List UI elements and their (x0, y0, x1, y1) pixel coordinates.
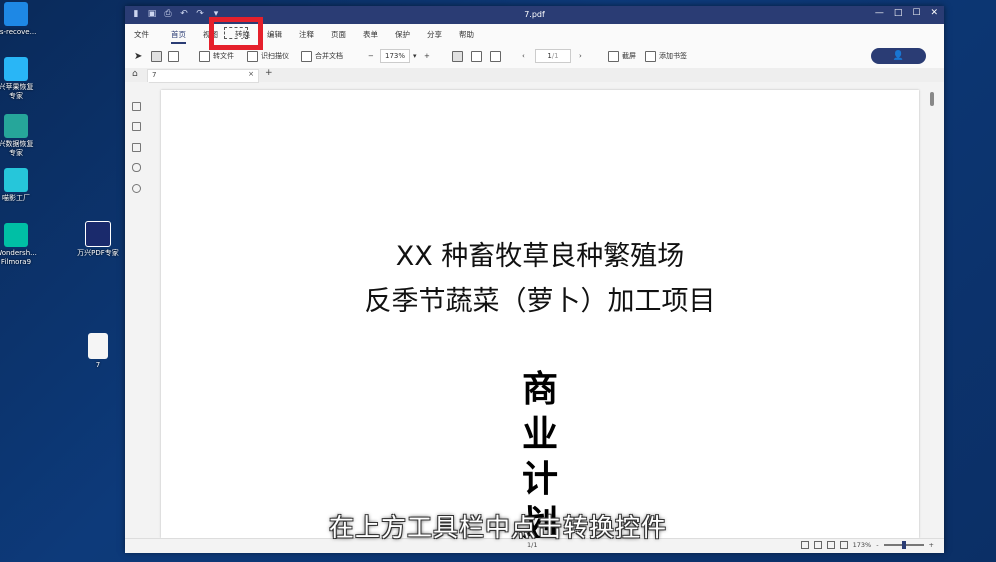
zoom-select[interactable]: 173% ▾ (380, 49, 417, 63)
desktop-icon-label: 兴苹果恢复 专家 (0, 83, 34, 100)
page-total: /1 (551, 52, 559, 60)
screenshot-button[interactable]: 截屏 (608, 49, 636, 63)
menu-help[interactable]: 帮助 (459, 29, 474, 40)
merge-icon (301, 50, 312, 62)
rotate-button[interactable] (490, 49, 501, 63)
menu-file[interactable]: 文件 (134, 29, 149, 40)
file-icon (88, 333, 108, 359)
cursor-arrow-icon: ➤ (134, 50, 143, 62)
chevron-left-icon: ‹ (522, 52, 525, 60)
new-tab-button[interactable]: + (265, 68, 273, 78)
menu-form[interactable]: 表单 (363, 29, 378, 40)
menu-home[interactable]: 首页 (171, 29, 186, 44)
hover-box (224, 27, 248, 39)
tab-close-icon[interactable]: × (248, 70, 254, 78)
screenshot-label: 截屏 (622, 52, 636, 60)
maximize-button[interactable]: ☐ (912, 8, 920, 18)
bookmark-icon (645, 50, 656, 62)
zoom-in-button[interactable]: + (424, 49, 430, 63)
add-bookmark-label: 添加书签 (659, 52, 687, 60)
pencil-icon (168, 50, 179, 62)
attachment-icon[interactable] (132, 163, 141, 172)
fit-width-button[interactable] (471, 49, 482, 63)
fit-width-icon (471, 50, 482, 62)
video-subtitle: 在上方工具栏中点击转换控件 (328, 513, 667, 542)
chevron-down-icon: ▾ (413, 52, 417, 60)
zoom-value: 173% (380, 49, 411, 63)
hand-icon (151, 50, 162, 62)
desktop-icon-label: ys-recove... (0, 28, 37, 36)
left-side-panel (125, 82, 149, 538)
document-tab[interactable]: 7 × (147, 69, 259, 83)
user-account-button[interactable]: 👤 (871, 48, 926, 64)
menu-share[interactable]: 分享 (427, 29, 442, 40)
page-input[interactable]: 1/1 (535, 49, 571, 63)
menu-page[interactable]: 页面 (331, 29, 346, 40)
close-button[interactable]: ✕ (930, 8, 938, 18)
pdf-to-file-label: 转文件 (213, 52, 234, 60)
doc-title-line2: 反季节蔬菜（萝卜）加工项目 (364, 286, 716, 317)
recovery-app-icon (4, 114, 28, 138)
doc-title-line1: XX 种畜牧草良种繁殖场 (395, 241, 685, 272)
plus-icon: + (424, 52, 430, 60)
filmora-app-icon (4, 223, 28, 247)
merge-label: 合并文档 (315, 52, 343, 60)
pdf-app-icon (85, 221, 111, 247)
ocr-button[interactable]: 识扫描仪 (247, 49, 289, 63)
video-app-icon (4, 168, 28, 192)
pdf-to-file-button[interactable]: 转文件 (199, 49, 234, 63)
desktop-icon-label: 喵影工厂 (2, 194, 30, 202)
edit-tool[interactable] (168, 49, 179, 63)
comment-panel-icon[interactable] (132, 143, 141, 152)
desktop-icon-pdf-file[interactable]: 7 (68, 333, 128, 370)
user-icon: 👤 (892, 51, 905, 61)
chevron-right-icon: › (579, 52, 582, 60)
window-controls: — □ ☐ ✕ (875, 8, 938, 18)
desktop-icon-label: 7 (95, 361, 101, 369)
menu-protect[interactable]: 保护 (395, 29, 410, 40)
minimize-button[interactable]: — (875, 8, 884, 18)
recovery-app-icon (4, 57, 28, 81)
zoom-slider[interactable] (883, 541, 924, 549)
desktop-icon-label: 兴数据恢复 专家 (0, 140, 34, 157)
vertical-scrollbar[interactable] (930, 92, 934, 106)
desktop-icon-pdf-expert[interactable]: 万兴PDF专家 (68, 221, 128, 258)
add-bookmark-button[interactable]: 添加书签 (645, 49, 687, 63)
restore-button[interactable]: □ (894, 8, 903, 18)
bookmark-panel-icon[interactable] (132, 122, 141, 131)
desktop-icon-iphone-recovery[interactable]: 兴苹果恢复 专家 (0, 57, 46, 101)
menu-edit[interactable]: 编辑 (267, 29, 282, 40)
next-page-button[interactable]: › (579, 49, 582, 63)
tab-name: 7 (152, 71, 157, 79)
prev-page-button[interactable]: ‹ (522, 49, 525, 63)
recovery-app-icon (4, 2, 28, 26)
select-tool[interactable]: ➤ (134, 49, 142, 63)
fit-page-button[interactable] (452, 49, 463, 63)
fit-page-icon (452, 50, 463, 62)
zoom-out-button[interactable]: − (368, 49, 374, 63)
convert-file-icon (199, 50, 210, 62)
menu-comment[interactable]: 注释 (299, 29, 314, 40)
desktop-icon-filmora[interactable]: Wondersh... Filmora9 (0, 223, 46, 267)
merge-button[interactable]: 合并文档 (301, 49, 343, 63)
desktop-icon-video-factory[interactable]: 喵影工厂 (0, 168, 46, 203)
pdf-page: XX 种畜牧草良种繁殖场 反季节蔬菜（萝卜）加工项目 商 业 计 划 (161, 90, 919, 538)
hand-tool[interactable] (151, 49, 162, 63)
ocr-label: 识扫描仪 (261, 52, 289, 60)
desktop-icon-label: 万兴PDF专家 (77, 249, 119, 257)
rotate-icon (490, 50, 501, 62)
home-icon[interactable]: ⌂ (132, 69, 138, 79)
desktop-icon-data-recovery[interactable]: 兴数据恢复 专家 (0, 114, 46, 158)
pdf-app-window: ▮ ▣ ⎙ ↶ ↷ ▾ 7.pdf — □ ☐ ✕ 文件 首页 视图 转换 编辑… (125, 6, 944, 553)
desktop-icon-label: Wondersh... Filmora9 (0, 249, 37, 266)
desktop-icon-recovery[interactable]: ys-recove... (0, 2, 46, 37)
minus-icon: − (368, 52, 374, 60)
screenshot-icon (608, 50, 619, 62)
scanner-icon (247, 50, 258, 62)
tab-bar: ⌂ 7 × + (125, 68, 944, 83)
page-number-field[interactable]: 1/1 (535, 49, 571, 63)
convert-highlight-box (209, 17, 263, 50)
thumbnail-icon[interactable] (132, 102, 141, 111)
search-panel-icon[interactable] (132, 184, 141, 193)
